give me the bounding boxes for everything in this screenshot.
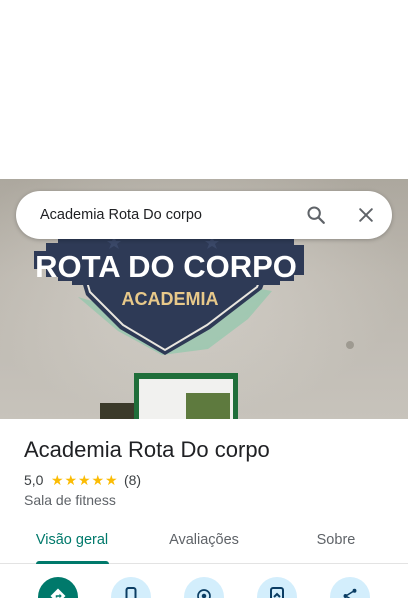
directions-icon [49,587,67,598]
sign-text-sub: ACADEMIA [122,289,219,309]
call-button[interactable] [111,577,151,598]
tab-reviews[interactable]: Avaliações [152,522,256,564]
share-button[interactable] [330,577,370,598]
sign-text-main: ROTA DO CORPO [35,249,297,284]
share-icon [341,587,359,598]
rating-row[interactable]: 5,0 ★ ★ ★ ★ ★ (8) [24,471,141,489]
star-icon: ★ [64,472,77,488]
review-count[interactable]: (8) [124,472,141,488]
search-icon[interactable] [300,199,332,231]
save-icon [269,587,285,598]
phone-icon [123,587,139,598]
location-icon [195,587,213,598]
action-buttons-row [0,577,408,598]
place-details-screen: ROTA DO CORPO ACADEMIA Academia Rota Do … [0,0,408,598]
star-icon: ★ [91,472,104,488]
star-icon: ★ [104,472,118,488]
nearby-button[interactable] [184,577,224,598]
place-info-panel: Academia Rota Do corpo 5,0 ★ ★ ★ ★ ★ (8)… [0,419,408,598]
star-rating: ★ ★ ★ ★ ★ [50,473,118,487]
place-category: Sala de fitness [24,492,116,508]
star-icon: ★ [50,472,64,488]
close-icon[interactable] [350,199,382,231]
search-bar[interactable]: Academia Rota Do corpo [16,191,392,239]
tab-about[interactable]: Sobre [296,522,376,564]
place-title: Academia Rota Do corpo [24,437,270,462]
save-button[interactable] [257,577,297,598]
rating-value: 5,0 [24,472,44,488]
search-input[interactable]: Academia Rota Do corpo [40,191,202,239]
tab-overview[interactable]: Visão geral [24,522,120,564]
directions-button[interactable] [38,577,78,598]
star-icon: ★ [77,472,91,488]
blank-area [0,0,408,179]
tab-bar: Visão geral Avaliações Sobre [0,522,408,564]
active-tab-indicator [36,561,109,564]
